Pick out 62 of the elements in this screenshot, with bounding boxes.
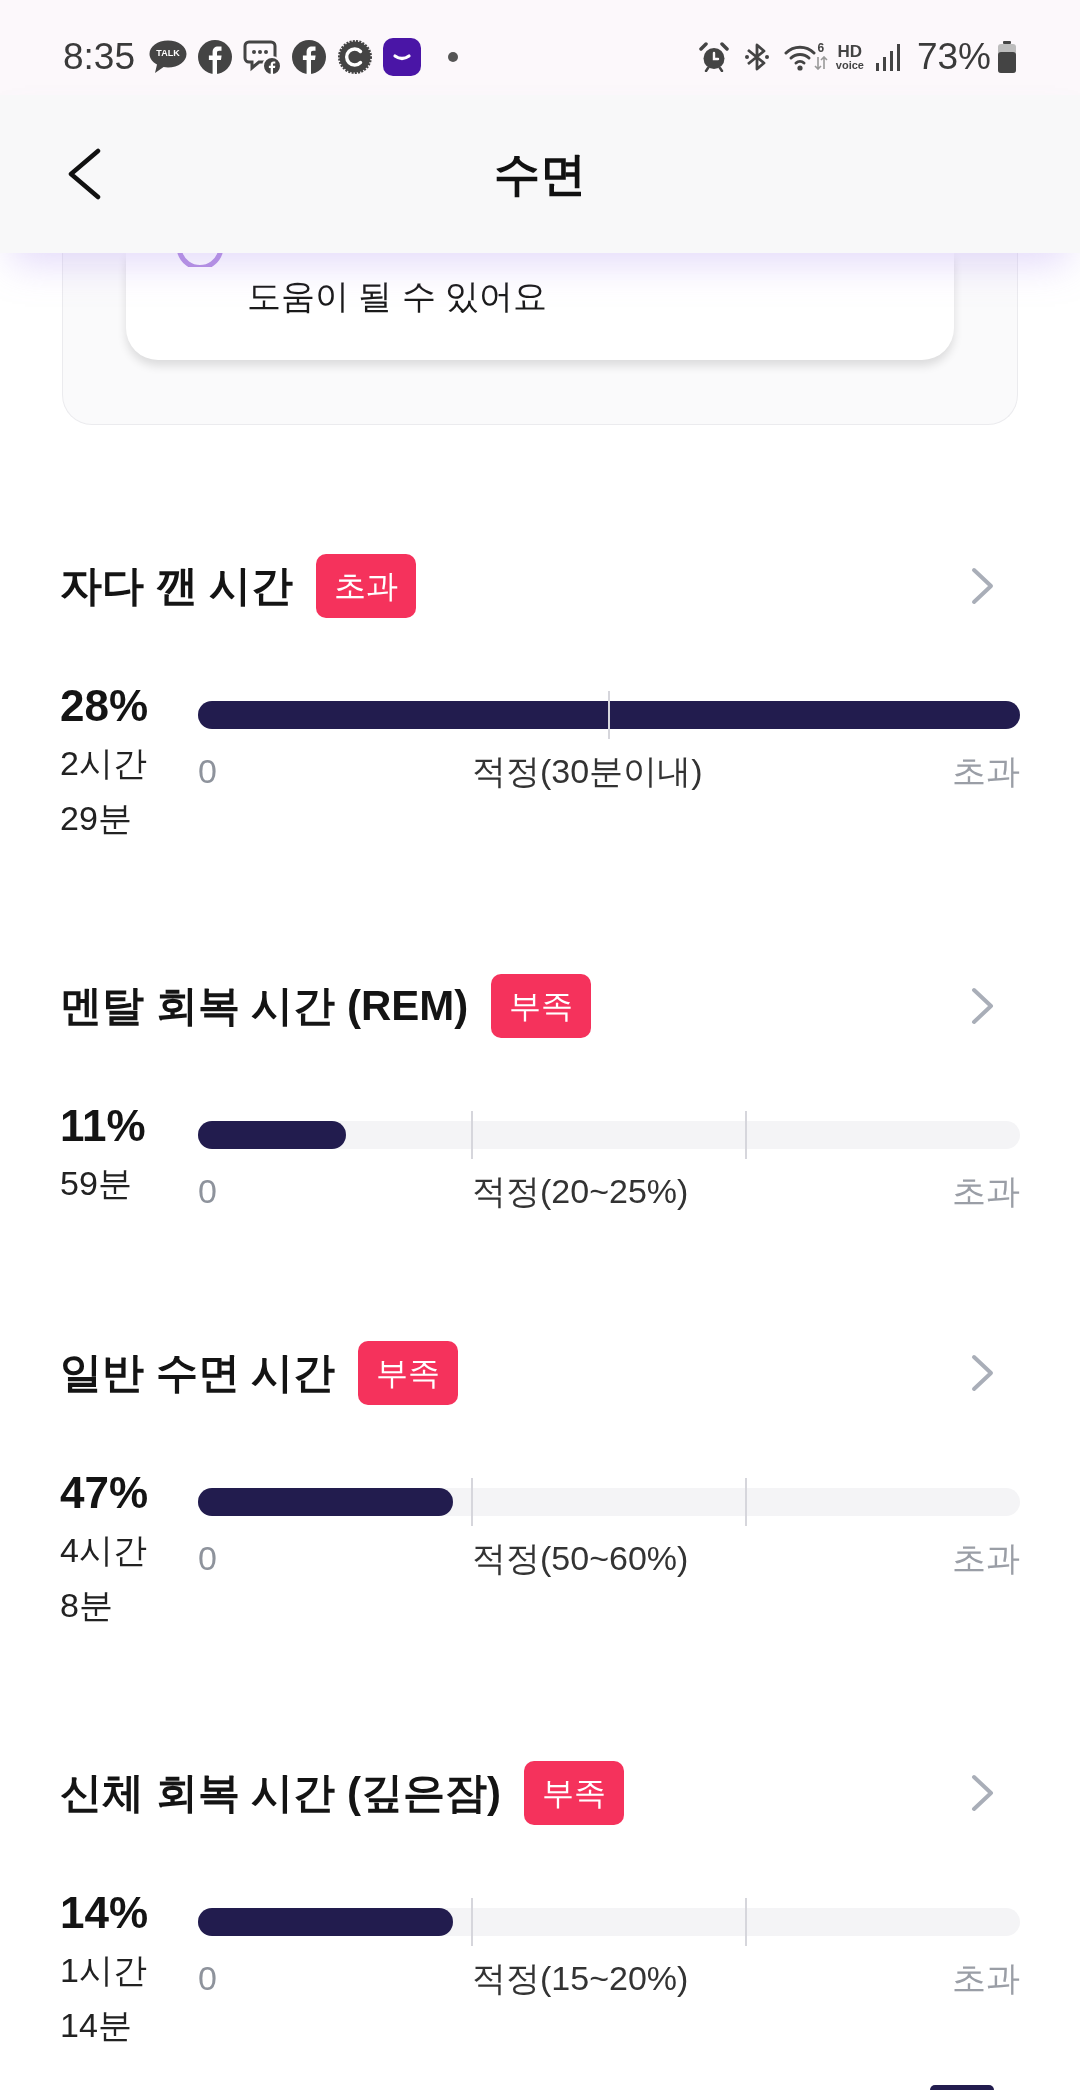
percent-value: 11% — [60, 1100, 147, 1152]
scale-start-label: 0 — [198, 1538, 217, 1579]
scale-tick — [471, 1111, 473, 1159]
chat-dots-icon — [243, 38, 281, 75]
tip-text: 도움이 될 수 있어요 — [247, 276, 549, 317]
clock-time: 8:35 — [63, 38, 135, 75]
wifi-label: 6 — [817, 41, 825, 54]
page-title: 수면 — [494, 151, 586, 197]
scale-tick — [745, 1111, 747, 1159]
alarm-icon — [698, 41, 729, 72]
scale-start-label: 0 — [198, 1171, 217, 1212]
scale-tick — [608, 691, 610, 739]
scale-range-label: 적정(20~25%) — [472, 1171, 689, 1212]
scale-range-label: 적정(50~60%) — [472, 1538, 689, 1579]
floating-button[interactable] — [930, 2085, 994, 2090]
section-title: 자다 깬 시간 — [60, 561, 294, 611]
ring-icon — [176, 253, 224, 267]
percent-value: 14% — [60, 1887, 150, 1939]
scale-end-label: 초과 — [952, 1171, 1020, 1212]
section-title: 일반 수면 시간 — [60, 1348, 336, 1398]
c-badge-icon — [338, 39, 372, 74]
duration-value: 2시간 29분 — [60, 743, 148, 839]
f-logo-icon — [292, 39, 326, 74]
signal-icon — [874, 42, 903, 71]
hd-label: HD — [837, 42, 863, 60]
chevron-right-icon[interactable] — [971, 1774, 995, 1812]
status-badge: 부족 — [491, 974, 592, 1038]
percent-value: 28% — [60, 680, 150, 732]
duration-value: 59분 — [60, 1163, 133, 1204]
talk-label: TALK — [156, 49, 180, 58]
scale-end-label: 초과 — [952, 1538, 1020, 1579]
scale-tick — [745, 1478, 747, 1526]
back-icon — [66, 148, 102, 200]
section-title: 멘탈 회복 시간 (REM) — [60, 981, 469, 1031]
f-logo-icon — [198, 39, 232, 74]
scale-range-label: 적정(30분이내) — [472, 751, 703, 792]
scale-end-label: 초과 — [952, 751, 1020, 792]
talk-bubble-icon — [149, 39, 187, 74]
duration-value: 1시간 14분 — [60, 1950, 148, 2046]
scale-tick — [471, 1898, 473, 1946]
battery-icon — [997, 40, 1017, 73]
chevron-right-icon[interactable] — [971, 987, 995, 1025]
scale-start-label: 0 — [198, 751, 217, 792]
scale-tick — [471, 1478, 473, 1526]
section-title: 신체 회복 시간 (깊은잠) — [60, 1768, 501, 1818]
status-badge: 부족 — [358, 1341, 459, 1405]
bluetooth-icon — [743, 41, 770, 72]
status-badge: 부족 — [524, 1761, 624, 1825]
percent-value: 47% — [60, 1467, 150, 1519]
data-arrows-icon — [813, 55, 828, 70]
scale-end-label: 초과 — [952, 1958, 1020, 1999]
status-badge: 초과 — [316, 554, 417, 618]
smile-app-icon — [383, 37, 421, 76]
voice-label: voice — [835, 59, 864, 71]
duration-value: 4시간 8분 — [60, 1530, 148, 1626]
battery-percent: 73% — [916, 38, 991, 75]
dot-icon — [448, 51, 458, 62]
chevron-right-icon[interactable] — [971, 567, 995, 605]
chevron-right-icon[interactable] — [971, 1354, 995, 1392]
scale-tick — [745, 1898, 747, 1946]
scale-start-label: 0 — [198, 1958, 217, 1999]
scale-range-label: 적정(15~20%) — [472, 1958, 689, 1999]
